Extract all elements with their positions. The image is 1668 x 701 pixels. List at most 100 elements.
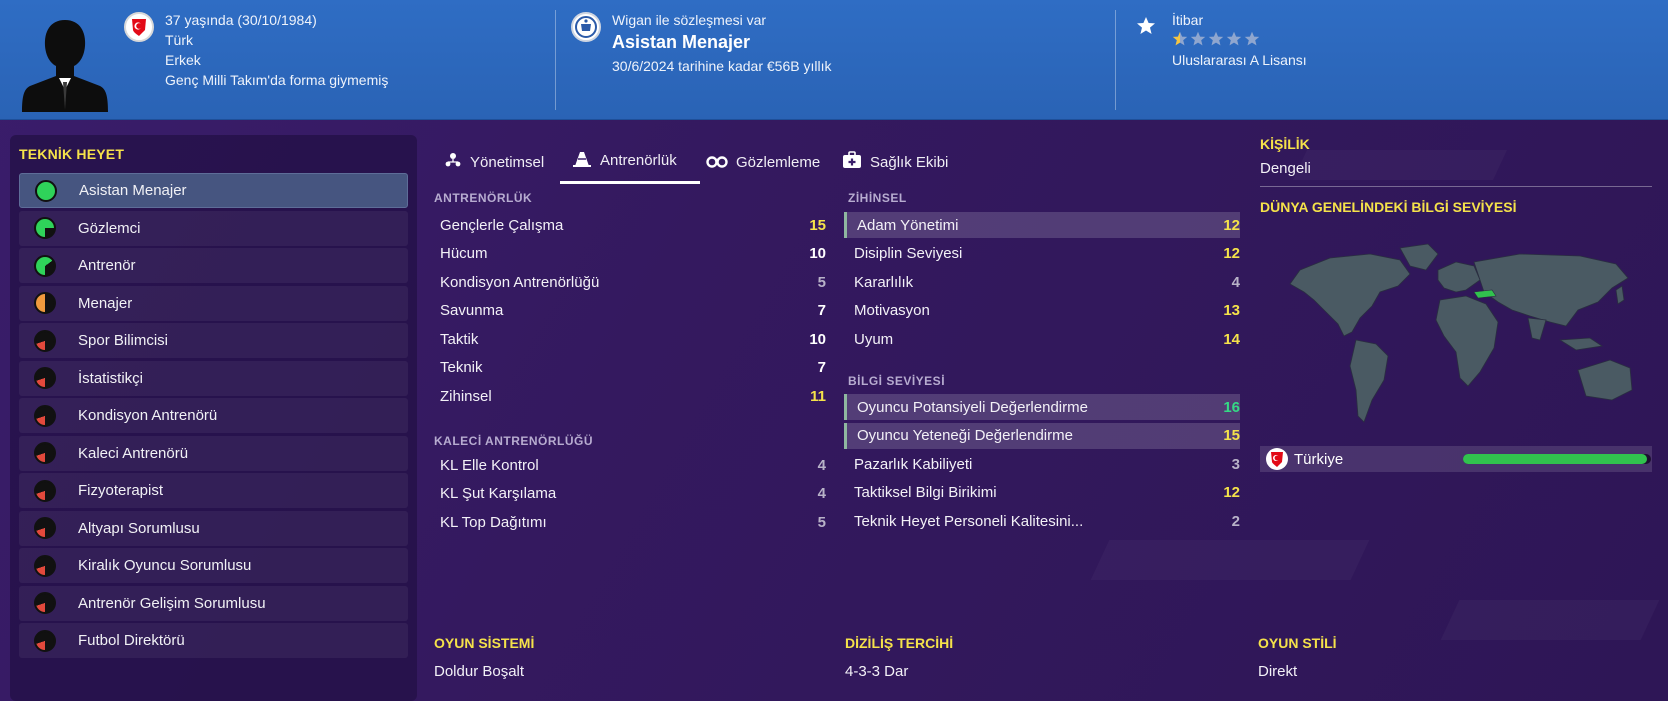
attribute-row[interactable]: Uyum 14 <box>844 326 1240 352</box>
attribute-row[interactable]: Motivasyon 13 <box>844 298 1240 324</box>
tab-label: Antrenörlük <box>600 152 677 169</box>
attribute-value: 3 <box>1231 455 1240 473</box>
tab-label: Yönetimsel <box>470 153 545 171</box>
attribute-row[interactable]: Kondisyon Antrenörlüğü 5 <box>430 269 826 295</box>
attribute-value: 7 <box>817 302 826 319</box>
staff-list-item[interactable]: Asistan Menajer <box>19 173 408 208</box>
attribute-row[interactable]: Teknik Heyet Personeli Kalitesini... 2 <box>844 508 1240 534</box>
attribute-row[interactable]: Oyuncu Yeteneği Değerlendirme 15 <box>844 422 1240 449</box>
staff-list-item-label: Altyapı Sorumlusu <box>78 519 200 537</box>
attribute-value: 11 <box>810 387 826 405</box>
staff-list-item-label: Antrenör <box>78 257 136 274</box>
background-stripe <box>1293 150 1507 180</box>
staff-list-item[interactable]: Kondisyon Antrenörü <box>19 398 408 433</box>
attribute-label: Disiplin Seviyesi <box>854 245 963 262</box>
tab-scouting[interactable]: Gözlemleme <box>706 140 820 184</box>
attribute-value: 5 <box>817 273 826 291</box>
attribute-row[interactable]: Taktiksel Bilgi Birikimi 12 <box>844 480 1240 506</box>
knowledge-bar-fill <box>1463 454 1648 464</box>
mental-section-title: ZİHİNSEL <box>848 191 907 205</box>
personality-value: Dengeli <box>1260 160 1311 177</box>
attribute-row[interactable]: KL Şut Karşılama 4 <box>430 481 826 507</box>
personality-title: KİŞİLİK <box>1260 136 1310 152</box>
attribute-row[interactable]: Gençlerle Çalışma 15 <box>430 212 826 238</box>
attribute-row[interactable]: Taktik 10 <box>430 326 826 352</box>
staff-list-item-label: Antrenör Gelişim Sorumlusu <box>78 594 266 612</box>
attribute-label: Kondisyon Antrenörlüğü <box>440 273 600 291</box>
attribute-label: Kararlılık <box>854 273 914 291</box>
country-knowledge-row[interactable]: Türkiye <box>1260 446 1652 472</box>
attribute-label: Pazarlık Kabiliyeti <box>854 455 973 473</box>
attribute-label: Motivasyon <box>854 302 930 319</box>
world-map <box>1260 240 1652 440</box>
attribute-row[interactable]: Savunma 7 <box>430 298 826 324</box>
staff-list-panel: TEKNİK HEYET Asistan Menajer Gözlemci Antr… <box>10 135 417 701</box>
attribute-value: 4 <box>817 485 826 502</box>
world-knowledge-title: DÜNYA GENELİNDEKİ BİLGİ SEVİYESİ <box>1260 199 1517 215</box>
attribute-value: 14 <box>1223 330 1240 348</box>
attribute-row[interactable]: Teknik 7 <box>430 355 826 381</box>
staff-list-item[interactable]: Fizyoterapist <box>19 473 408 508</box>
background-stripe <box>1091 540 1370 580</box>
rating-indicator-icon <box>35 179 57 202</box>
header-divider <box>555 10 556 110</box>
staff-list-item-label: Kaleci Antrenörü <box>78 444 189 462</box>
attribute-row[interactable]: Zihinsel 11 <box>430 383 826 409</box>
attribute-label: Uyum <box>854 330 894 348</box>
play-style-title: OYUN STİLİ <box>1258 635 1337 651</box>
personality-divider <box>1260 186 1652 187</box>
attribute-row[interactable]: Kararlılık 4 <box>844 269 1240 295</box>
attribute-label: KL Elle Kontrol <box>440 456 539 474</box>
country-name: Türkiye <box>1294 450 1344 468</box>
attribute-row[interactable]: KL Elle Kontrol 4 <box>430 452 826 478</box>
formation-value: 4-3-3 Dar <box>845 663 909 680</box>
staff-list-item[interactable]: Antrenör Gelişim Sorumlusu <box>19 585 408 621</box>
attribute-label: Zihinsel <box>440 387 492 405</box>
attribute-value: 12 <box>1223 484 1240 501</box>
wigan-club-badge[interactable] <box>571 12 601 42</box>
knowledge-section-title: BİLGİ SEVİYESİ <box>848 374 946 388</box>
coaching-section-title: ANTRENÖRLÜK <box>434 191 533 205</box>
attribute-value: 7 <box>817 359 826 376</box>
tab-coaching[interactable]: Antrenörlük <box>560 140 700 184</box>
knowledge-bar <box>1463 454 1651 464</box>
staff-list-item[interactable]: Spor Bilimcisi <box>19 323 408 358</box>
attribute-row[interactable]: Adam Yönetimi 12 <box>844 212 1240 238</box>
game-system-title: OYUN SİSTEMİ <box>434 635 535 651</box>
staff-list-item[interactable]: Gözlemci <box>19 210 408 246</box>
staff-list-item[interactable]: İstatistikçi <box>19 360 408 396</box>
rating-indicator-icon <box>34 442 56 464</box>
attribute-row[interactable]: KL Top Dağıtımı 5 <box>430 509 826 535</box>
formation-title: DİZİLİŞ TERCİHİ <box>845 635 954 651</box>
staff-list-item[interactable]: Menajer <box>19 285 408 321</box>
attribute-row[interactable]: Pazarlık Kabiliyeti 3 <box>844 451 1240 477</box>
attribute-label: Gençlerle Çalışma <box>440 216 564 234</box>
attribute-row[interactable]: Disiplin Seviyesi 12 <box>844 241 1240 267</box>
staff-list-item[interactable]: Antrenör <box>19 248 408 283</box>
staff-list-item-label: Menajer <box>78 294 133 312</box>
staff-list-item[interactable]: Altyapı Sorumlusu <box>19 510 408 546</box>
attribute-label: Oyuncu Potansiyeli Değerlendirme <box>857 398 1088 416</box>
rating-indicator-icon <box>34 404 56 427</box>
attribute-value: 4 <box>1231 273 1240 291</box>
staff-list-item[interactable]: Futbol Direktörü <box>19 623 408 658</box>
reputation-star-icon <box>1172 31 1188 46</box>
attribute-row[interactable]: Hücum 10 <box>430 241 826 267</box>
attribute-label: Teknik Heyet Personeli Kalitesini... <box>854 512 1084 530</box>
star-icon <box>1136 16 1156 36</box>
attribute-row[interactable]: Oyuncu Potansiyeli Değerlendirme 16 <box>844 394 1240 420</box>
tab-medical[interactable]: Sağlık Ekibi <box>842 140 948 184</box>
staff-list-item[interactable]: Kaleci Antrenörü <box>19 435 408 471</box>
attribute-label: Taktiksel Bilgi Birikimi <box>854 484 997 501</box>
attribute-label: KL Şut Karşılama <box>440 485 557 502</box>
rating-indicator-icon <box>34 517 56 539</box>
attribute-label: Teknik <box>440 359 483 376</box>
staff-list-item-label: Asistan Menajer <box>79 182 187 199</box>
tab-management[interactable]: Yönetimsel <box>444 140 544 184</box>
game-system-value: Doldur Boşalt <box>434 663 525 680</box>
header-divider <box>1115 10 1116 110</box>
turkey-flag-icon <box>1266 448 1288 470</box>
attribute-label: Adam Yönetimi <box>857 216 959 234</box>
staff-list-item[interactable]: Kiralık Oyuncu Sorumlusu <box>19 548 408 583</box>
rating-indicator-icon <box>34 292 56 314</box>
